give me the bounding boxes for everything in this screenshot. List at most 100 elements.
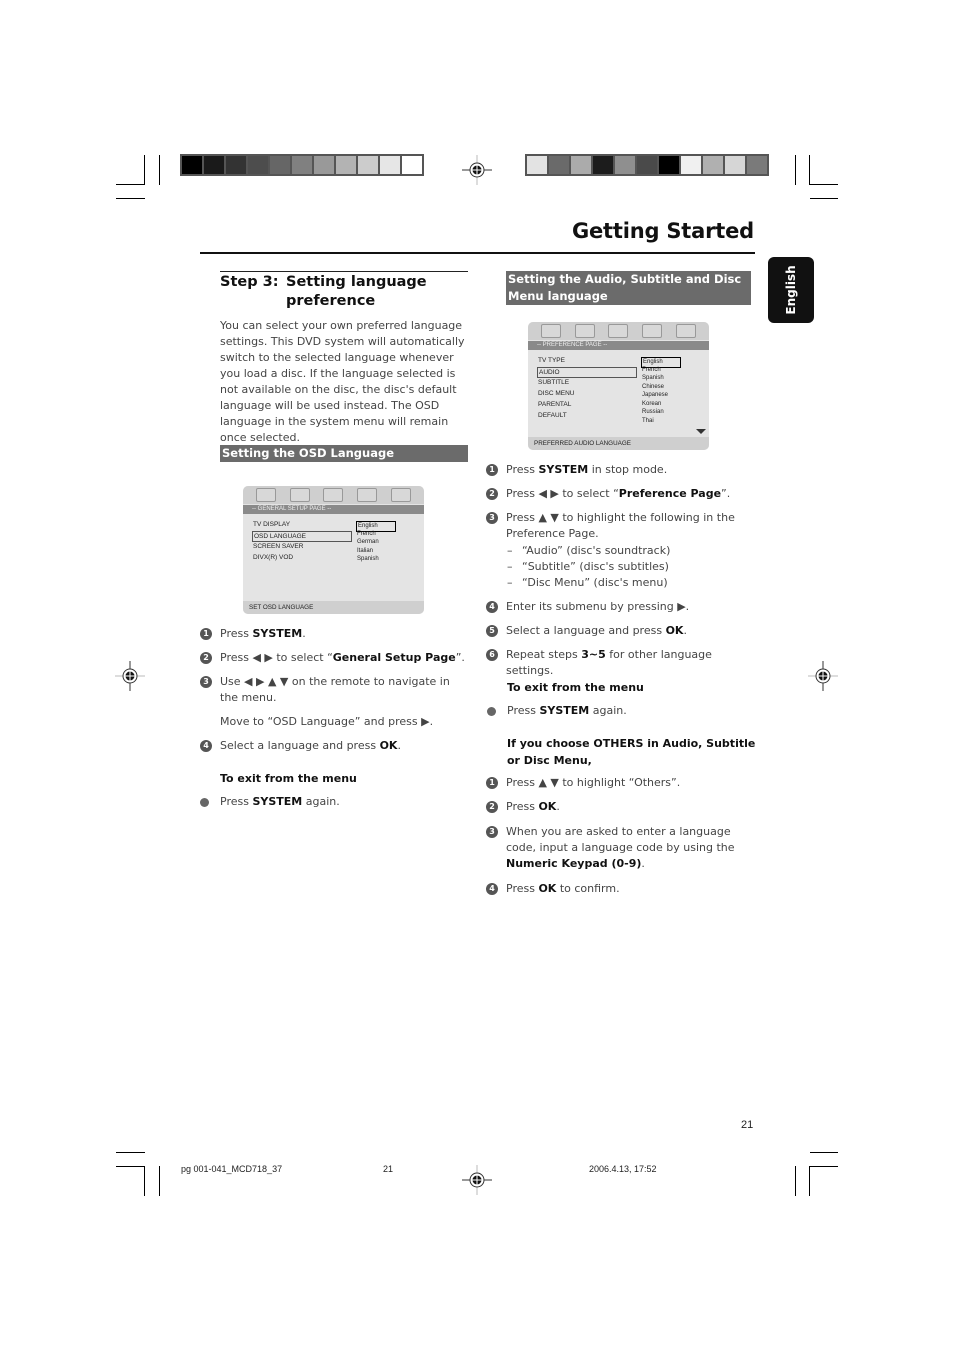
step-item: Move to “OSD Language” and press ▶. (220, 714, 470, 730)
color-swatch (358, 156, 378, 174)
title-divider (200, 252, 755, 254)
step-keyword: SYSTEM (538, 463, 589, 476)
grayscale-colorbar-left (180, 154, 424, 176)
step-keyword: OK (538, 882, 557, 895)
step-text: Press (507, 704, 540, 717)
color-swatch (637, 156, 657, 174)
password-lock-icon (676, 324, 697, 338)
osd-status-bar: SET OSD LANGUAGE (243, 601, 424, 614)
crop-mark (795, 155, 796, 185)
color-swatch (270, 156, 290, 174)
osd-language-option: Russian (642, 409, 664, 415)
audio-setup-icon (289, 488, 310, 502)
osd-page-label: -- PREFERENCE PAGE -- (528, 341, 709, 350)
crop-mark (144, 1166, 145, 1196)
step-item: Select a language and press OK. (506, 623, 754, 639)
osd-menu-item: DEFAULT (538, 412, 567, 419)
step-keyword: Preference Page (618, 487, 722, 500)
osd-page-label: -- GENERAL SETUP PAGE -- (243, 505, 424, 514)
color-swatch (380, 156, 400, 174)
step-text: Select a language and press (220, 739, 380, 752)
color-swatch (292, 156, 312, 174)
step-number-badge: 2 (200, 652, 212, 664)
crop-mark (116, 198, 145, 199)
language-tab-label: English (784, 265, 798, 315)
step-text: Repeat steps (506, 648, 582, 661)
step-text: Press (506, 800, 539, 813)
osd-language-option: French (642, 366, 661, 373)
step-text: ”. (455, 651, 465, 664)
sub-list-item: “Audio” (disc's soundtrack) (522, 544, 671, 557)
crop-mark (809, 1166, 810, 1196)
language-tab: English (768, 257, 814, 323)
dash-icon: – (507, 544, 513, 557)
registration-mark-icon (462, 1165, 492, 1195)
grayscale-colorbar-right (525, 154, 769, 176)
sub-list-item: “Disc Menu” (disc's menu) (522, 576, 668, 589)
step-item: Enter its submenu by pressing ▶. (506, 599, 754, 615)
color-swatch (204, 156, 224, 174)
step-item: Repeat steps 3~5 for other language sett… (506, 647, 754, 679)
color-swatch (615, 156, 635, 174)
step-number-badge: 1 (486, 464, 498, 476)
step-item: Press ▲ ▼ to highlight the following in … (506, 510, 754, 542)
color-swatch (527, 156, 547, 174)
dolby-icon (608, 324, 629, 338)
step-text: Enter its submenu by pressing ▶. (506, 600, 690, 613)
page-title: Getting Started (571, 219, 754, 243)
general-setup-icon (255, 488, 276, 502)
general-setup-icon (540, 324, 561, 338)
others-heading: If you choose OTHERS in Audio, Subtitle … (507, 737, 756, 767)
step-number-badge: 3 (486, 826, 498, 838)
osd-menu-item: DIVX(R) VOD (253, 554, 294, 561)
step-keyword: SYSTEM (539, 704, 590, 717)
step-text: in stop mode. (588, 463, 668, 476)
step-number-badge: 2 (486, 801, 498, 813)
crop-mark (144, 155, 145, 185)
step-text: . (641, 857, 645, 870)
step-text: again. (302, 795, 340, 808)
password-lock-icon (391, 488, 412, 502)
osd-menu-item: TV DISPLAY (253, 521, 291, 528)
step-text: again. (589, 704, 627, 717)
step-text: Select a language and press (506, 624, 666, 637)
step-item: Use ◀ ▶ ▲ ▼ on the remote to navigate in… (220, 674, 470, 706)
color-swatch (336, 156, 356, 174)
step-keyword: Numeric Keypad (0-9) (506, 857, 642, 870)
step-number-badge: 4 (200, 740, 212, 752)
step-number-badge: 2 (486, 488, 498, 500)
registration-mark-icon (808, 661, 838, 691)
osd-menu-item: SCREEN SAVER (253, 543, 304, 550)
step-keyword: OK (665, 624, 684, 637)
osd-language-option: Spanish (642, 375, 664, 381)
osd-menu-item: PARENTAL (538, 401, 572, 408)
osd-menu-item: TV TYPE (538, 357, 565, 364)
osd-language-option: Italian (357, 547, 374, 554)
bullet-icon (487, 707, 496, 716)
color-swatch (593, 156, 613, 174)
osd-language-option: Spanish (357, 556, 379, 562)
step-number-badge: 1 (200, 628, 212, 640)
step-item: Press SYSTEM in stop mode. (506, 462, 754, 478)
step-text: Press (220, 627, 253, 640)
color-swatch (248, 156, 268, 174)
dash-icon: – (507, 560, 513, 573)
crop-mark (116, 1152, 145, 1153)
step-text: Press ◀ ▶ to select “ (506, 487, 619, 500)
bullet-icon (200, 798, 209, 807)
crop-mark (159, 155, 160, 185)
scroll-down-icon (696, 429, 706, 434)
osd-menu-item: AUDIO (537, 367, 637, 378)
step-divider (220, 271, 468, 272)
color-swatch (549, 156, 569, 174)
osd-language-option: French (357, 530, 376, 537)
slug-page: 21 (383, 1164, 394, 1174)
audio-subtitle-banner: Setting the Audio, Subtitle and Disc Men… (506, 271, 751, 305)
step-text: to confirm. (556, 882, 620, 895)
crop-mark (116, 184, 145, 185)
color-swatch (402, 156, 422, 174)
step-number-badge: 1 (486, 777, 498, 789)
step-item: Press OK. (506, 799, 746, 815)
step-number-badge: 4 (486, 601, 498, 613)
color-swatch (703, 156, 723, 174)
